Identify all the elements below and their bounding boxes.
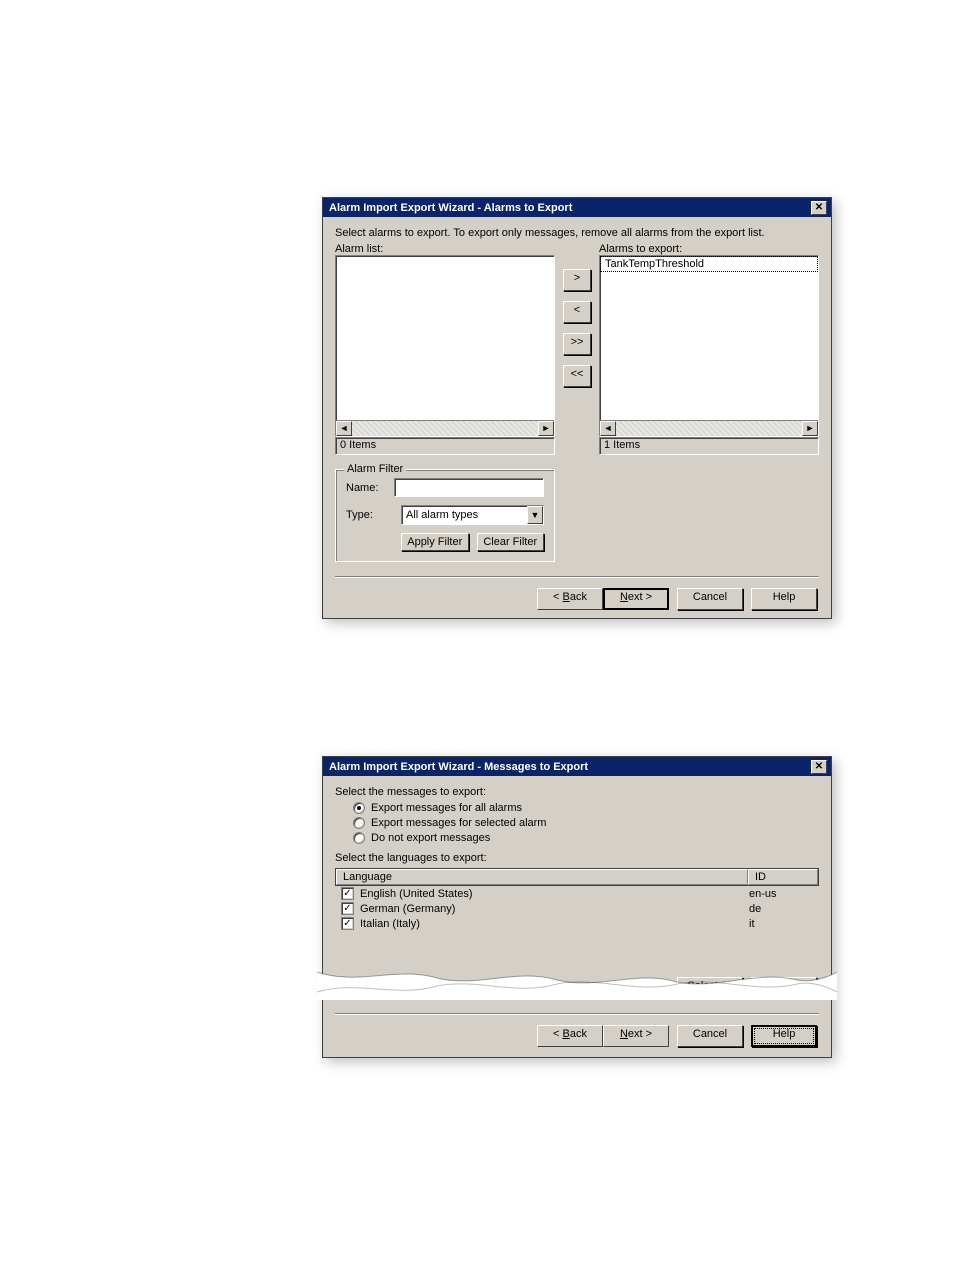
alarm-filter-group: Alarm Filter Name: Type: All alarm types… xyxy=(335,469,555,562)
lang-name: German (Germany) xyxy=(360,903,455,915)
close-icon[interactable]: ✕ xyxy=(811,760,827,774)
next-button[interactable]: Next > xyxy=(603,1025,669,1047)
checkbox-icon[interactable]: ✓ xyxy=(341,917,354,930)
clear-all-button[interactable]: Clear All xyxy=(751,977,817,999)
radio-export-none[interactable]: Do not export messages xyxy=(353,832,819,844)
radio-export-all[interactable]: Export messages for all alarms xyxy=(353,802,819,814)
radio-label: Do not export messages xyxy=(371,832,490,844)
help-button[interactable]: Help xyxy=(751,588,817,610)
table-row[interactable]: ✓ English (United States) en-us xyxy=(335,886,819,901)
back-button[interactable]: < Back xyxy=(537,588,603,610)
table-row[interactable]: ✓ German (Germany) de xyxy=(335,901,819,916)
radio-icon xyxy=(353,832,365,844)
scroll-track[interactable] xyxy=(616,421,802,436)
chevron-down-icon[interactable]: ▼ xyxy=(527,506,543,524)
lang-id: en-us xyxy=(743,888,813,900)
lang-name: Italian (Italy) xyxy=(360,918,420,930)
filter-name-label: Name: xyxy=(346,482,394,494)
export-list-box[interactable]: TankTempThreshold ◄ ► xyxy=(599,255,819,437)
title-text: Alarm Import Export Wizard - Alarms to E… xyxy=(329,202,572,214)
lang-id: de xyxy=(743,903,813,915)
select-all-button[interactable]: Select All xyxy=(677,977,743,999)
list-item[interactable]: TankTempThreshold xyxy=(600,256,818,272)
languages-instruction: Select the languages to export: xyxy=(335,852,819,864)
scroll-right-icon[interactable]: ► xyxy=(802,421,818,436)
divider xyxy=(335,1013,819,1015)
cancel-button[interactable]: Cancel xyxy=(677,588,743,610)
instruction-text: Select alarms to export. To export only … xyxy=(335,227,819,239)
lang-name: English (United States) xyxy=(360,888,473,900)
radio-icon xyxy=(353,817,365,829)
back-button[interactable]: < Back xyxy=(537,1025,603,1047)
scroll-track[interactable] xyxy=(352,421,538,436)
scroll-right-icon[interactable]: ► xyxy=(538,421,554,436)
col-id[interactable]: ID xyxy=(748,869,818,885)
close-icon[interactable]: ✕ xyxy=(811,201,827,215)
filter-name-input[interactable] xyxy=(394,478,544,497)
help-button[interactable]: Help xyxy=(751,1025,817,1047)
alarm-list-count: 0 Items xyxy=(335,437,555,455)
table-header: Language ID xyxy=(335,868,819,886)
radio-label: Export messages for all alarms xyxy=(371,802,522,814)
remove-all-button[interactable]: << xyxy=(563,365,591,387)
titlebar: Alarm Import Export Wizard - Alarms to E… xyxy=(323,198,831,217)
title-text: Alarm Import Export Wizard - Messages to… xyxy=(329,761,588,773)
scroll-left-icon[interactable]: ◄ xyxy=(336,421,352,436)
dialog-alarms-to-export: Alarm Import Export Wizard - Alarms to E… xyxy=(322,197,832,619)
language-table: Language ID ✓ English (United States) en-… xyxy=(335,868,819,931)
export-list-count: 1 Items xyxy=(599,437,819,455)
filter-type-combo[interactable]: All alarm types ▼ xyxy=(401,505,544,525)
table-row[interactable]: ✓ Italian (Italy) it xyxy=(335,916,819,931)
messages-instruction: Select the messages to export: xyxy=(335,786,819,798)
alarm-list-box[interactable]: ◄ ► xyxy=(335,255,555,437)
dialog-messages-to-export: Alarm Import Export Wizard - Messages to… xyxy=(322,756,832,1058)
scrollbar[interactable]: ◄ ► xyxy=(336,420,554,436)
checkbox-icon[interactable]: ✓ xyxy=(341,887,354,900)
divider xyxy=(335,576,819,578)
radio-label: Export messages for selected alarm xyxy=(371,817,546,829)
filter-legend: Alarm Filter xyxy=(344,463,406,475)
col-language[interactable]: Language xyxy=(336,869,748,885)
radio-export-selected[interactable]: Export messages for selected alarm xyxy=(353,817,819,829)
apply-filter-button[interactable]: Apply Filter xyxy=(401,533,469,551)
alarm-list-label: Alarm list: xyxy=(335,243,555,255)
lang-id: it xyxy=(743,918,813,930)
checkbox-icon[interactable]: ✓ xyxy=(341,902,354,915)
clear-filter-button[interactable]: Clear Filter xyxy=(477,533,545,551)
combo-value: All alarm types xyxy=(402,509,527,521)
scroll-left-icon[interactable]: ◄ xyxy=(600,421,616,436)
cancel-button[interactable]: Cancel xyxy=(677,1025,743,1047)
add-button[interactable]: > xyxy=(563,269,591,291)
radio-icon xyxy=(353,802,365,814)
remove-button[interactable]: < xyxy=(563,301,591,323)
filter-type-label: Type: xyxy=(346,509,401,521)
export-list-label: Alarms to export: xyxy=(599,243,819,255)
next-button[interactable]: Next > xyxy=(603,588,669,610)
scrollbar[interactable]: ◄ ► xyxy=(600,420,818,436)
add-all-button[interactable]: >> xyxy=(563,333,591,355)
titlebar: Alarm Import Export Wizard - Messages to… xyxy=(323,757,831,776)
